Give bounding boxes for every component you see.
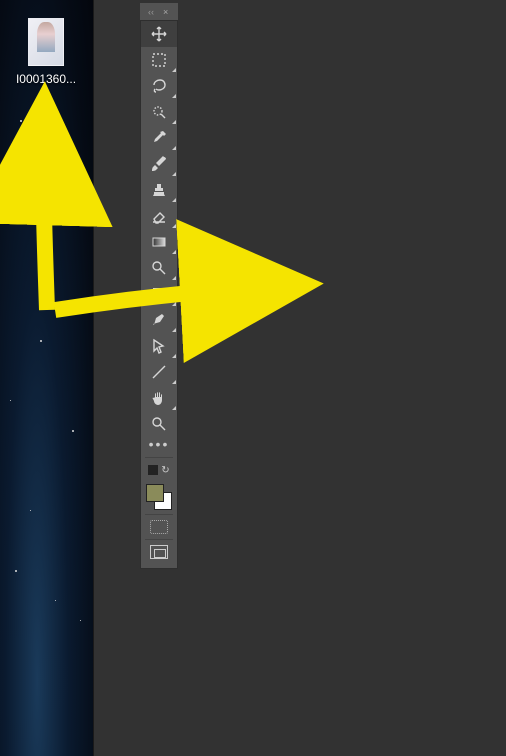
foreground-color-swatch[interactable] [146, 484, 164, 502]
type-tool[interactable] [141, 281, 177, 307]
close-panel-icon[interactable]: × [163, 7, 173, 17]
submenu-indicator-icon [172, 224, 176, 228]
submenu-indicator-icon [172, 276, 176, 280]
eyedropper-tool[interactable] [141, 125, 177, 151]
pen-tool[interactable] [141, 307, 177, 333]
lasso-tool[interactable] [141, 73, 177, 99]
submenu-indicator-icon [172, 302, 176, 306]
zoom-tool[interactable] [141, 411, 177, 437]
marquee-tool[interactable] [141, 47, 177, 73]
file-thumbnail [28, 18, 64, 66]
hand-tool[interactable] [141, 385, 177, 411]
toolbox-panel: ••• ↻ [140, 20, 178, 569]
submenu-indicator-icon [172, 406, 176, 410]
screen-mode-icon[interactable] [150, 545, 168, 559]
gradient-tool[interactable] [141, 229, 177, 255]
desktop-file-icon[interactable]: I0001360... [8, 18, 84, 86]
submenu-indicator-icon [172, 146, 176, 150]
submenu-indicator-icon [172, 120, 176, 124]
quick-mask-icon[interactable] [150, 520, 168, 534]
move-tool[interactable] [141, 21, 177, 47]
desktop-background: I0001360... [0, 0, 93, 756]
file-label: I0001360... [8, 72, 84, 86]
path-selection-tool[interactable] [141, 333, 177, 359]
edit-toolbar-button[interactable]: ••• [141, 437, 177, 455]
submenu-indicator-icon [172, 94, 176, 98]
clone-stamp-tool[interactable] [141, 177, 177, 203]
eraser-tool[interactable] [141, 203, 177, 229]
dodge-tool[interactable] [141, 255, 177, 281]
submenu-indicator-icon [172, 198, 176, 202]
swap-colors-icon[interactable]: ↻ [161, 465, 169, 476]
line-tool[interactable] [141, 359, 177, 385]
collapse-panel-icon[interactable]: ‹‹ [145, 7, 157, 17]
brush-tool[interactable] [141, 151, 177, 177]
quick-selection-tool[interactable] [141, 99, 177, 125]
default-colors-row: ↻ [141, 460, 177, 480]
default-colors-icon[interactable] [148, 465, 158, 475]
submenu-indicator-icon [172, 68, 176, 72]
toolbox-header[interactable]: ‹‹ × [140, 3, 178, 20]
submenu-indicator-icon [172, 250, 176, 254]
submenu-indicator-icon [172, 354, 176, 358]
submenu-indicator-icon [172, 328, 176, 332]
color-swatches[interactable] [146, 484, 172, 510]
submenu-indicator-icon [172, 172, 176, 176]
submenu-indicator-icon [172, 380, 176, 384]
